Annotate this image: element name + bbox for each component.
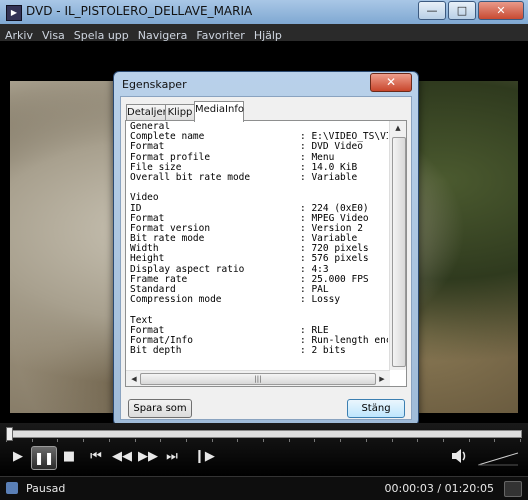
- seek-handle[interactable]: [6, 427, 14, 441]
- menu-visa[interactable]: Visa: [37, 27, 69, 42]
- mediainfo-row: Text: [130, 315, 388, 326]
- seek-tick: [237, 439, 239, 442]
- seek-ticks: [6, 439, 521, 442]
- rewind-button[interactable]: ◀◀: [112, 448, 132, 466]
- dialog-close-button[interactable]: ✕: [370, 73, 412, 92]
- dvd-app-icon: ▶: [6, 5, 22, 21]
- title-bar: ▶ DVD - IL_PISTOLERO_DELLAVE_MARIA — □ ✕: [0, 0, 528, 25]
- maximize-button[interactable]: □: [448, 1, 476, 20]
- mediainfo-key: Overall bit rate mode: [130, 171, 251, 183]
- seek-tick: [391, 439, 393, 442]
- seek-tick: [314, 439, 316, 442]
- menu-hjalp[interactable]: Hjälp: [249, 27, 286, 42]
- resize-icon[interactable]: [504, 481, 522, 497]
- mediainfo-panel: General Complete name: E:\VIDEO_TS\VID For…: [125, 120, 407, 387]
- playback-controls: ▶ ❚❚ ■ ⏮ ◀◀ ▶▶ ⏭ ❙▶: [0, 423, 528, 476]
- mediainfo-text[interactable]: General Complete name: E:\VIDEO_TS\VID For…: [130, 122, 388, 372]
- seek-tick: [57, 439, 59, 442]
- seek-tick: [520, 439, 521, 442]
- seek-tick: [263, 439, 264, 442]
- close-button[interactable]: ✕: [478, 1, 524, 20]
- step-frame-button[interactable]: ❙▶: [194, 448, 215, 466]
- window-title: DVD - IL_PISTOLERO_DELLAVE_MARIA: [26, 4, 253, 18]
- tab-mediainfo[interactable]: MediaInfo: [194, 101, 244, 122]
- properties-dialog: Egenskaper ✕ Detaljer Klipp MediaInfo Ge…: [113, 71, 419, 426]
- seek-tick: [134, 439, 136, 442]
- mediainfo-key: Compression mode: [130, 294, 222, 306]
- mediainfo-row: [130, 305, 388, 315]
- mediainfo-row: Compression mode : Lossy: [130, 294, 388, 306]
- menu-spela-upp[interactable]: Spela upp: [69, 27, 133, 42]
- volume-slider[interactable]: [477, 451, 519, 466]
- seek-tick: [340, 439, 342, 442]
- menu-navigera[interactable]: Navigera: [133, 27, 192, 42]
- save-as-button[interactable]: Spara som: [128, 399, 192, 418]
- seek-tick: [211, 439, 213, 442]
- close-dialog-button[interactable]: Stäng: [347, 399, 405, 418]
- mediainfo-key: Video: [130, 192, 159, 204]
- scroll-up-arrow-icon[interactable]: ▲: [390, 121, 406, 135]
- seek-bar[interactable]: [6, 430, 522, 438]
- mediainfo-value: : Variable: [300, 171, 358, 183]
- mediainfo-row: Bit depth : 2 bits: [130, 345, 388, 357]
- seek-tick: [83, 439, 85, 442]
- stop-button[interactable]: ■: [60, 448, 78, 466]
- minimize-button[interactable]: —: [418, 1, 446, 20]
- tab-detaljer[interactable]: Detaljer: [126, 104, 167, 121]
- seek-tick: [31, 439, 33, 442]
- menu-bar: Arkiv Visa Spela upp Navigera Favoriter Hjälp: [0, 24, 528, 42]
- seek-tick: [108, 439, 110, 442]
- seek-tick: [160, 439, 162, 442]
- status-bar: Pausad 00:00:03 / 01:20:05: [0, 476, 528, 500]
- mediainfo-row: Overall bit rate mode : Variable: [130, 171, 388, 183]
- vertical-scrollbar[interactable]: ▲: [389, 121, 406, 370]
- horizontal-scroll-thumb[interactable]: |||: [140, 373, 376, 385]
- seek-tick: [185, 439, 187, 442]
- pause-button[interactable]: ❚❚: [31, 446, 57, 470]
- mediainfo-value: : 2 bits: [300, 345, 346, 357]
- mediainfo-key: Bit depth: [130, 345, 182, 357]
- volume-icon[interactable]: [450, 447, 468, 465]
- next-button[interactable]: ⏭: [162, 448, 182, 466]
- menu-favoriter[interactable]: Favoriter: [191, 27, 248, 42]
- fast-forward-button[interactable]: ▶▶: [138, 448, 158, 466]
- dialog-title: Egenskaper: [122, 78, 187, 91]
- seek-tick: [494, 439, 496, 442]
- seek-tick: [468, 439, 470, 442]
- menu-arkiv[interactable]: Arkiv: [0, 27, 37, 42]
- dialog-body: Detaljer Klipp MediaInfo General Complete…: [120, 96, 412, 420]
- status-icon: [6, 482, 18, 494]
- previous-button[interactable]: ⏮: [86, 448, 106, 466]
- scroll-right-arrow-icon[interactable]: ▶: [374, 372, 390, 386]
- vertical-scroll-thumb[interactable]: [392, 137, 406, 367]
- seek-tick: [417, 439, 419, 442]
- time-display: 00:00:03 / 01:20:05: [384, 482, 494, 495]
- status-text: Pausad: [26, 482, 66, 495]
- seek-tick: [365, 439, 367, 442]
- seek-tick: [442, 439, 444, 442]
- tab-klipp[interactable]: Klipp: [165, 104, 195, 121]
- horizontal-scrollbar[interactable]: ◀ ||| ▶: [126, 370, 390, 386]
- mediainfo-row: [130, 183, 388, 193]
- play-button[interactable]: ▶: [8, 448, 28, 466]
- seek-tick: [288, 439, 290, 442]
- mediainfo-value: : Lossy: [300, 294, 341, 306]
